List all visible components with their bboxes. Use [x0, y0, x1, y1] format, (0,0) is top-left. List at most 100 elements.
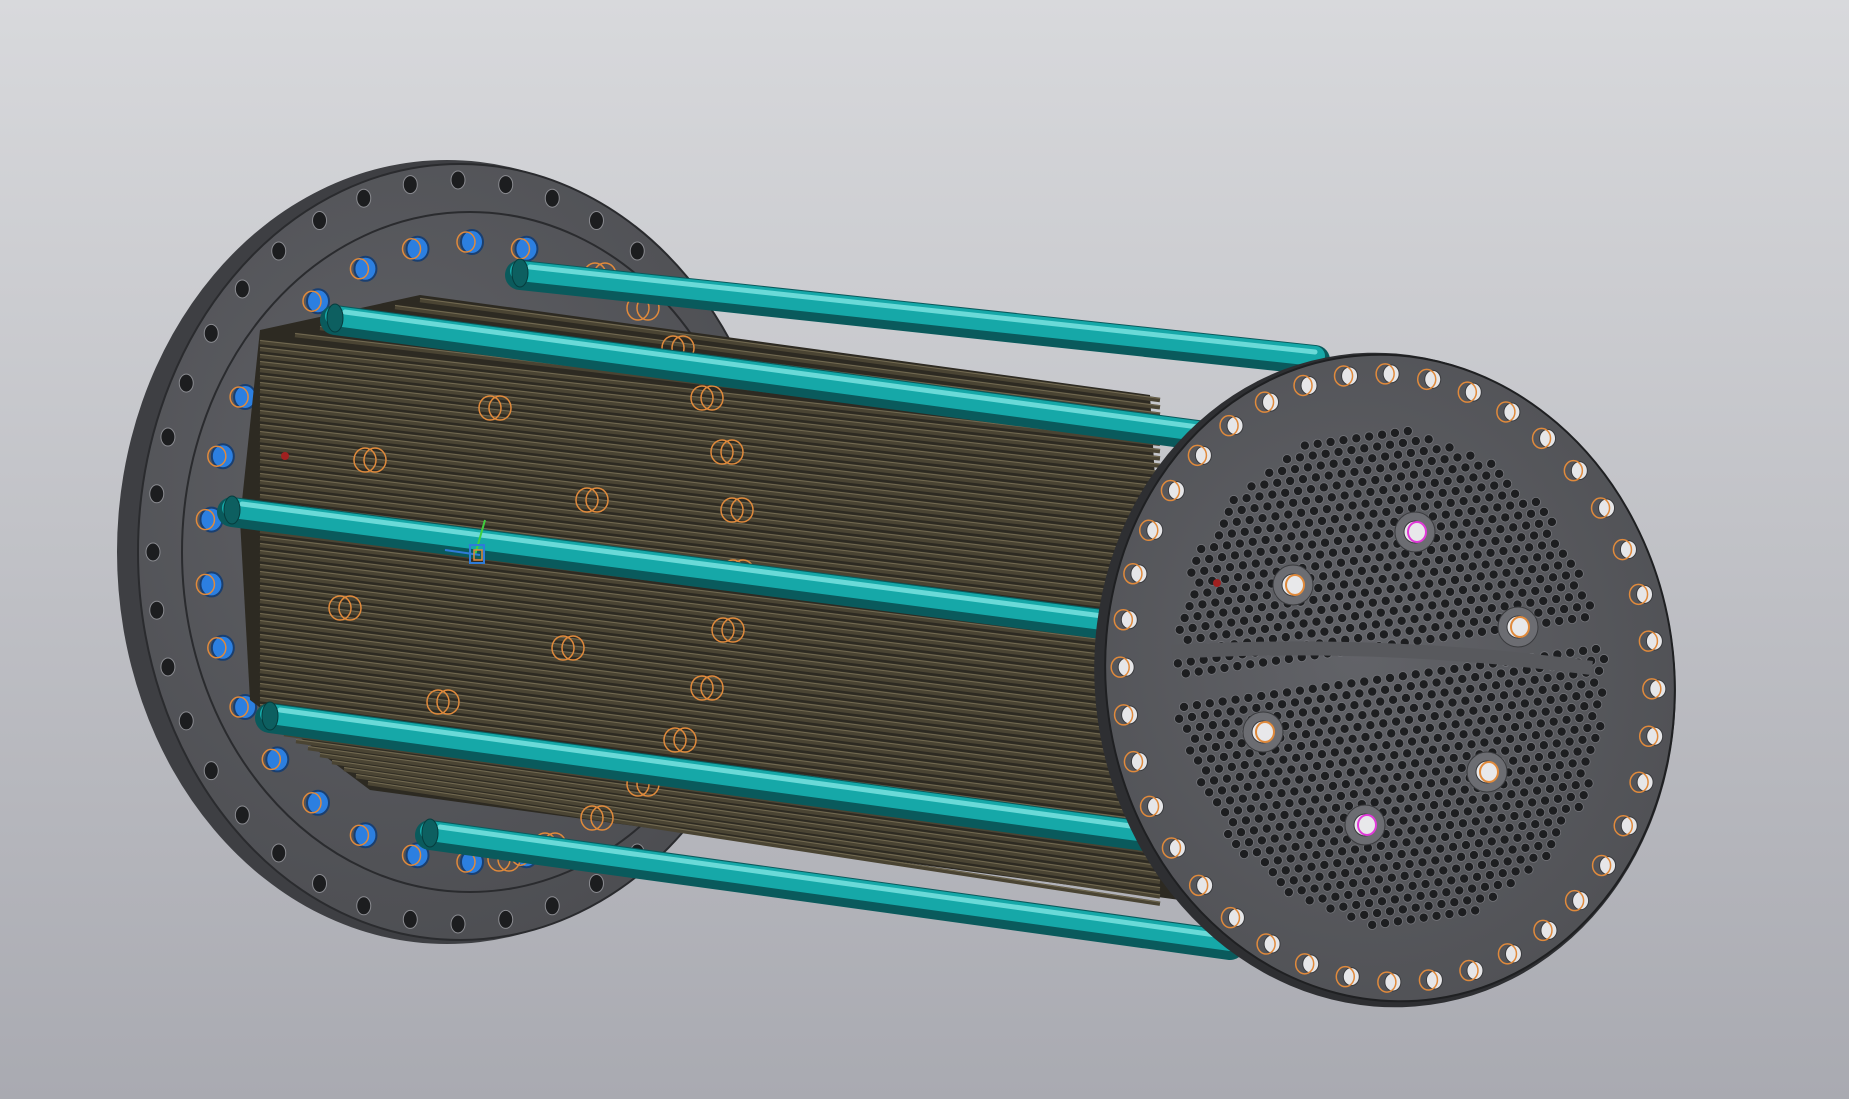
front-tube-hole	[1320, 537, 1331, 548]
front-tube-hole	[1494, 468, 1505, 479]
front-tube-hole	[1480, 792, 1491, 803]
front-tube-hole	[1343, 889, 1354, 900]
front-tube-hole	[1296, 741, 1307, 752]
rear-bolt-hole	[588, 211, 604, 231]
front-tube-hole	[1302, 462, 1313, 473]
front-tube-hole	[1217, 696, 1228, 707]
front-tube-hole	[1532, 696, 1543, 707]
front-tube-hole	[1360, 498, 1371, 509]
front-tube-hole	[1280, 632, 1291, 643]
front-tube-hole	[1567, 758, 1578, 769]
point-marker-rear[interactable]	[281, 452, 289, 460]
front-tube-hole	[1363, 520, 1374, 531]
front-tube-hole	[1481, 848, 1492, 859]
front-tube-hole	[1332, 858, 1343, 869]
front-tube-hole	[1502, 856, 1513, 867]
front-bolt-hole	[1598, 498, 1616, 518]
front-tube-hole	[1503, 534, 1514, 545]
front-tube-hole	[1280, 487, 1291, 498]
front-tube-hole	[1380, 918, 1391, 929]
rear-bolt-hole	[402, 175, 418, 195]
front-tube-hole	[1320, 682, 1331, 693]
front-tube-hole	[1242, 548, 1253, 559]
front-tube-hole	[1389, 894, 1400, 905]
front-tube-hole	[1361, 554, 1372, 565]
front-tube-hole	[1408, 558, 1419, 569]
front-tube-hole	[1291, 519, 1302, 530]
front-tube-hole	[1574, 713, 1585, 724]
front-tube-hole	[1465, 594, 1476, 605]
heat-exchanger-model[interactable]	[0, 0, 1849, 1099]
front-tube-hole	[1337, 524, 1348, 535]
front-tube-hole	[1443, 853, 1454, 864]
front-tube-hole	[1204, 698, 1215, 709]
front-tube-hole	[1571, 691, 1582, 702]
front-tube-hole	[1422, 756, 1433, 767]
front-tube-hole	[1229, 783, 1240, 794]
front-tube-hole	[1263, 790, 1274, 801]
front-tube-hole	[1384, 761, 1395, 772]
front-tube-hole	[1283, 653, 1294, 664]
front-tube-hole	[1198, 743, 1209, 754]
front-tube-hole	[1228, 817, 1239, 828]
front-tube-hole	[1287, 819, 1298, 830]
front-bolt-hole	[1572, 891, 1590, 911]
front-tube-hole	[1544, 783, 1555, 794]
front-tube-hole	[1272, 622, 1283, 633]
front-tube-hole	[1301, 495, 1312, 506]
front-tube-hole	[1346, 445, 1357, 456]
front-tube-hole	[1341, 690, 1352, 701]
front-tube-hole	[1387, 550, 1398, 561]
front-tube-hole	[1303, 839, 1314, 850]
front-tube-hole	[1232, 805, 1243, 816]
front-tube-hole	[1348, 555, 1359, 566]
front-tube-hole	[1286, 531, 1297, 542]
front-tube-hole	[1236, 593, 1247, 604]
front-tube-hole	[1228, 583, 1239, 594]
front-tube-hole	[1231, 750, 1242, 761]
front-tube-hole	[1213, 763, 1224, 774]
front-tube-hole	[1250, 791, 1261, 802]
point-marker-front[interactable]	[1213, 579, 1221, 587]
front-tube-hole	[1240, 582, 1251, 593]
front-tube-hole	[1370, 852, 1381, 863]
front-tube-hole	[1376, 518, 1387, 529]
front-tube-hole	[1393, 827, 1404, 838]
front-tube-hole	[1538, 595, 1549, 606]
front-tube-hole	[1205, 609, 1216, 620]
front-tube-hole	[1423, 900, 1434, 911]
front-tube-hole	[1247, 536, 1258, 547]
cad-3d-viewport[interactable]	[0, 0, 1849, 1099]
front-tube-hole	[1285, 620, 1296, 631]
front-tube-hole	[1440, 831, 1451, 842]
front-tube-hole	[1348, 789, 1359, 800]
front-tube-hole	[1421, 556, 1432, 567]
front-tube-hole	[1546, 516, 1557, 527]
front-tube-hole	[1590, 733, 1601, 744]
front-tube-hole	[1330, 891, 1341, 902]
front-tube-hole	[1486, 836, 1497, 847]
front-tube-hole	[1281, 776, 1292, 787]
front-tube-hole	[1434, 466, 1445, 477]
front-tube-hole	[1307, 450, 1318, 461]
front-tube-hole	[1329, 603, 1340, 614]
front-tube-hole	[1401, 837, 1412, 848]
front-tube-hole	[1438, 865, 1449, 876]
front-tube-hole	[1584, 689, 1595, 700]
front-tube-hole	[1448, 752, 1459, 763]
front-tube-hole	[1397, 904, 1408, 915]
front-bolt-hole	[1645, 631, 1663, 651]
rear-bolt-hole	[203, 761, 219, 781]
front-tube-hole	[1473, 693, 1484, 704]
front-tube-hole	[1328, 692, 1339, 703]
front-tube-hole	[1541, 850, 1552, 861]
front-tube-hole	[1579, 612, 1590, 623]
front-tube-hole	[1375, 696, 1386, 707]
front-tube-hole	[1449, 897, 1460, 908]
front-tube-hole	[1223, 595, 1234, 606]
front-tube-hole	[1545, 694, 1556, 705]
front-tube-hole	[1375, 840, 1386, 851]
front-tube-hole	[1503, 678, 1514, 689]
front-tube-hole	[1435, 754, 1446, 765]
front-tube-hole	[1294, 774, 1305, 785]
